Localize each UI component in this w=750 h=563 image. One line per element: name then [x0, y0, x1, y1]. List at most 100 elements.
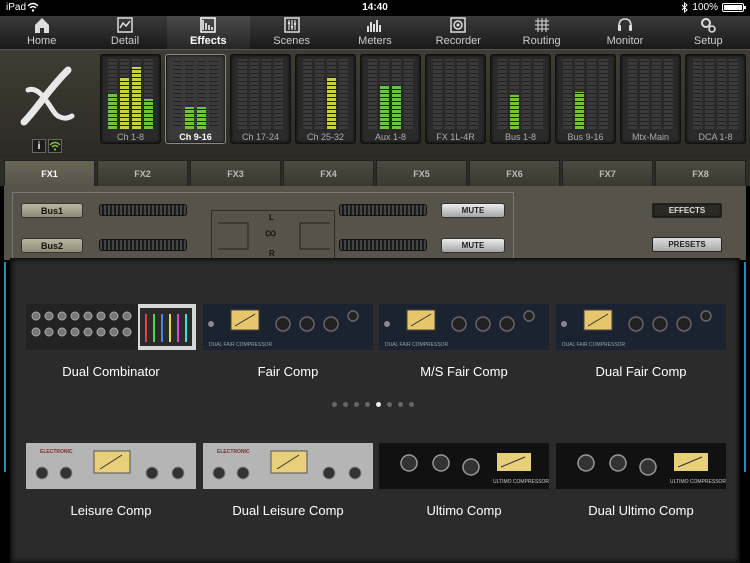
meter-bars	[302, 59, 349, 129]
meter-bus-9-16[interactable]: Bus 9-16	[555, 54, 616, 144]
meter-bank: Ch 1-8 Ch 9-16 Ch 17-24 Ch 25-32 Aux 1-8 FX 1…	[100, 54, 746, 144]
tab-fx2[interactable]: FX2	[97, 160, 188, 186]
plugin-name: Ultimo Comp	[426, 503, 502, 518]
plugin-dual-combinator[interactable]: Dual Combinator	[26, 304, 196, 379]
scenes-icon	[283, 17, 300, 33]
plugin-thumbnail: ULTIMO COMPRESSOR	[379, 443, 549, 489]
page-dot[interactable]	[343, 402, 348, 407]
meter-mtx-main[interactable]: Mtx-Main	[620, 54, 681, 144]
meter-bars	[627, 59, 674, 129]
page-dot[interactable]	[376, 402, 381, 407]
presets-button[interactable]: PRESETS	[652, 237, 722, 252]
plugin-dual-fair-comp[interactable]: DUAL FAIR COMPRESSOR Dual Fair Comp	[556, 304, 726, 379]
meter-label: Mtx-Main	[631, 132, 669, 142]
nav-label: Effects	[189, 35, 227, 47]
page-dot[interactable]	[387, 402, 392, 407]
panel-label: DUAL FAIR COMPRESSOR	[562, 342, 626, 348]
nav-meters[interactable]: Meters	[333, 16, 416, 49]
plugin-name: Fair Comp	[257, 364, 319, 379]
meters-icon	[366, 20, 381, 32]
meter-fx-1l-4r[interactable]: FX 1L-4R	[425, 54, 486, 144]
status-bar: iPad 14:40 100%	[0, 0, 750, 16]
page-dot[interactable]	[354, 402, 359, 407]
nav-effects[interactable]: Effects	[166, 16, 250, 49]
meter-bar	[380, 59, 389, 129]
wifi-status-icon[interactable]	[48, 139, 62, 153]
meter-ch-25-32[interactable]: Ch 25-32	[295, 54, 356, 144]
plugin-dual-ultimo-comp[interactable]: ULTIMO COMPRESSOR Dual Ultimo Comp	[556, 443, 726, 518]
plugin-ultimo-comp[interactable]: ULTIMO COMPRESSOR Ultimo Comp	[379, 443, 549, 518]
meter-ch-9-16[interactable]: Ch 9-16	[165, 54, 226, 144]
meter-dca-1-8[interactable]: DCA 1-8	[685, 54, 746, 144]
meter-bar	[717, 59, 726, 129]
plugin-fair-comp[interactable]: DUAL FAIR COMPRESSOR Fair Comp	[203, 304, 373, 379]
meter-bar	[274, 59, 283, 129]
plugin-dual-leisure-comp[interactable]: ELECTRONIC Dual Leisure Comp	[203, 443, 373, 518]
tab-fx7[interactable]: FX7	[562, 160, 653, 186]
plugin-name: Dual Fair Comp	[595, 364, 687, 379]
page-indicator[interactable]	[332, 402, 414, 407]
link-icon: ∞	[265, 225, 277, 242]
meter-bars	[367, 59, 414, 129]
tab-fx5[interactable]: FX5	[376, 160, 467, 186]
meter-aux-1-8[interactable]: Aux 1-8	[360, 54, 421, 144]
meter-bus-1-8[interactable]: Bus 1-8	[490, 54, 551, 144]
plugin-m-s-fair-comp[interactable]: DUAL FAIR COMPRESSOR M/S Fair Comp	[379, 304, 549, 379]
tab-fx4[interactable]: FX4	[283, 160, 374, 186]
top-navigation: Home Detail Effects Scenes Meters Recorder Rou…	[0, 16, 750, 50]
meter-label: FX 1L-4R	[436, 132, 475, 142]
mute-button-2[interactable]: MUTE	[441, 238, 505, 253]
meter-bar	[392, 59, 401, 129]
panel-label: DUAL FAIR COMPRESSOR	[209, 342, 273, 348]
meter-bar	[185, 59, 194, 129]
meter-ch-17-24[interactable]: Ch 17-24	[230, 54, 291, 144]
page-dot[interactable]	[365, 402, 370, 407]
nav-recorder[interactable]: Recorder	[417, 16, 500, 49]
mute-button-1[interactable]: MUTE	[441, 203, 505, 218]
nav-home[interactable]: Home	[0, 16, 83, 49]
effects-button[interactable]: EFFECTS	[652, 203, 722, 218]
nav-label: Scenes	[273, 35, 310, 47]
meter-bar	[664, 59, 673, 129]
nav-routing[interactable]: Routing	[500, 16, 583, 49]
plugin-thumbnail: ELECTRONIC	[26, 443, 196, 489]
fx-tabs: FX1 FX2 FX3 FX4 FX5 FX6 FX7 FX8	[0, 158, 750, 186]
plugin-thumbnail: ULTIMO COMPRESSOR	[556, 443, 726, 489]
meter-bar	[729, 59, 738, 129]
app-logo	[20, 66, 75, 126]
bus1-button[interactable]: Bus1	[21, 203, 83, 218]
plugin-thumbnail	[26, 304, 196, 350]
meter-label: Aux 1-8	[374, 132, 407, 142]
meter-bar	[303, 59, 312, 129]
meter-bars	[497, 59, 544, 129]
tab-fx8[interactable]: FX8	[655, 160, 746, 186]
input-level-ladder-1	[99, 204, 187, 216]
meter-ch-1-8[interactable]: Ch 1-8	[100, 54, 161, 144]
bus2-button[interactable]: Bus2	[21, 238, 83, 253]
plugin-thumbnail: DUAL FAIR COMPRESSOR	[203, 304, 373, 350]
page-dot[interactable]	[398, 402, 403, 407]
nav-monitor[interactable]: Monitor	[583, 16, 666, 49]
status-time: 14:40	[362, 2, 388, 13]
monitor-icon	[617, 18, 632, 31]
right-channel-label: R	[269, 249, 275, 258]
tab-fx1[interactable]: FX1	[4, 160, 95, 186]
plugin-leisure-comp[interactable]: ELECTRONIC Leisure Comp	[26, 443, 196, 518]
nav-label: Recorder	[435, 35, 481, 47]
plugin-name: M/S Fair Comp	[420, 364, 508, 379]
nav-detail[interactable]: Detail	[83, 16, 166, 49]
meter-bar	[599, 59, 608, 129]
nav-label: Setup	[693, 35, 723, 47]
panel-label: ULTIMO COMPRESSOR	[670, 479, 726, 485]
tab-fx3[interactable]: FX3	[190, 160, 281, 186]
meter-bar	[238, 59, 247, 129]
tab-fx6[interactable]: FX6	[469, 160, 560, 186]
stereo-link-box[interactable]: L ∞ R	[211, 210, 335, 262]
info-button[interactable]: i	[32, 139, 46, 153]
fx-control-area: Bus1 Bus2 L ∞ R MUTE MUTE EFFECTS PRESET…	[4, 186, 746, 262]
page-dot[interactable]	[332, 402, 337, 407]
nav-setup[interactable]: Setup	[667, 16, 750, 49]
nav-scenes[interactable]: Scenes	[250, 16, 333, 49]
page-dot[interactable]	[409, 402, 414, 407]
meter-bar	[693, 59, 702, 129]
